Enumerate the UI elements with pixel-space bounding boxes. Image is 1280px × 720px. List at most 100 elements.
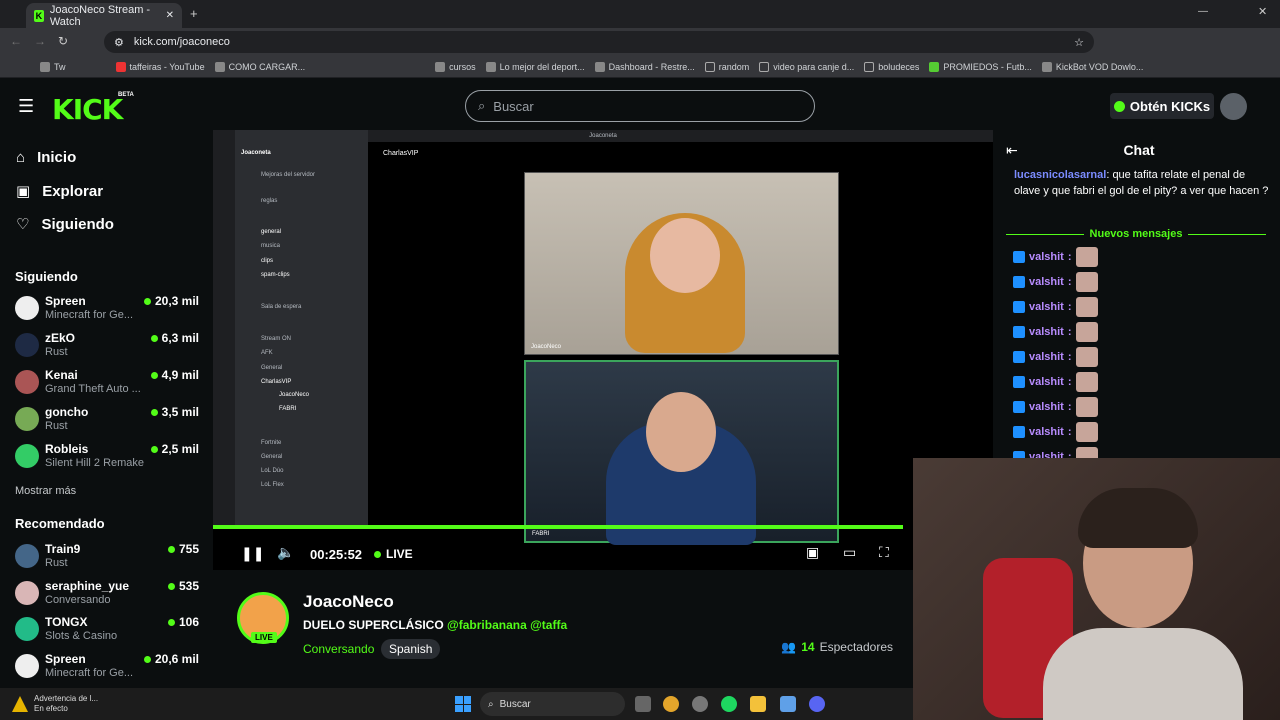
subscriber-badge-icon [1013,251,1025,263]
fullscreen-icon[interactable]: ⛶ [879,544,889,561]
discord-item: General [261,454,283,460]
stream-mentions[interactable]: @fabribanana @taffa [447,618,567,632]
browser-tab[interactable]: K JoacoNeco Stream - Watch ✕ [26,3,182,28]
channel-viewers: 106 [167,615,199,629]
chrome-icon[interactable] [663,696,679,712]
bookmark[interactable]: cursos [435,61,476,72]
close-tab-icon[interactable]: ✕ [166,10,174,21]
discord-item: Stream ON [261,336,292,342]
chat-username[interactable]: valshit [1029,251,1064,263]
bookmark[interactable]: Dashboard - Restre... [594,61,695,72]
chat-username[interactable]: valshit [1029,326,1064,338]
bookmark[interactable]: boludeces [864,61,919,72]
channel-category: Rust [45,420,68,432]
channel-item[interactable]: zEkO Rust 6,3 mil [15,331,201,365]
channel-viewers: 20,3 mil [143,294,199,308]
warning-notification[interactable]: Advertencia de l... En efecto [12,694,98,714]
obtain-kicks-button[interactable]: Obtén KICKs [1110,93,1214,119]
chat-username[interactable]: valshit [1029,401,1064,413]
subscriber-badge-icon [1013,326,1025,338]
channel-item[interactable]: Kenai Grand Theft Auto ... 4,9 mil [15,368,201,402]
bookmark[interactable]: random [704,61,749,72]
live-indicator: LIVE [374,547,413,561]
bookmark[interactable]: video para canje d... [759,61,854,72]
emote-icon [1075,397,1098,417]
taskbar-search[interactable]: ⌕ Buscar [480,692,625,716]
chat-username[interactable]: valshit [1029,276,1064,288]
discord-icon[interactable] [809,696,825,712]
stream-category[interactable]: Conversando [303,642,374,656]
minimize-icon[interactable]: — [1198,6,1208,17]
channel-name: seraphine_yue [45,579,130,593]
bookmark[interactable]: Tw [40,61,66,72]
pause-icon[interactable]: ❚❚ [241,545,264,562]
chat-username[interactable]: valshit [1029,376,1064,388]
channel-item[interactable]: Spreen Minecraft for Ge... 20,3 mil [15,294,201,328]
player-controls: ❚❚ 🔈 00:25:52 LIVE ▣ ▭ ⛶ [213,535,903,570]
chat-username[interactable]: valshit [1029,351,1064,363]
person-hair [1078,488,1198,548]
pip-icon[interactable]: ▣ [806,544,819,561]
address-bar[interactable]: ⚙ kick.com/joaconeco ☆ [104,31,1094,53]
channel-item[interactable]: seraphine_yue Conversando 535 [15,579,201,613]
channel-viewers: 2,5 mil [150,442,199,456]
nav-explore[interactable]: ▣ Explorar [16,182,103,201]
forward-icon[interactable]: → [34,34,46,48]
file-explorer-icon[interactable] [750,696,766,712]
streamer-name[interactable]: JoacoNeco [303,592,394,612]
store-icon[interactable] [780,696,796,712]
beta-label: BETA [118,92,134,98]
chat-username[interactable]: valshit [1029,426,1064,438]
chat-message: valshit: [1013,422,1098,442]
show-more-link[interactable]: Mostrar más [15,485,76,497]
discord-item: general [261,229,282,235]
kick-logo[interactable]: KICK [52,93,123,126]
search-icon: ⌕ [478,98,486,113]
channel-category: Conversando [45,594,111,606]
bookmark[interactable]: taffeiras - YouTube [115,61,205,72]
menu-icon[interactable]: ☰ [18,96,34,117]
new-tab-button[interactable]: + [190,6,198,21]
channel-item[interactable]: goncho Rust 3,5 mil [15,405,201,439]
bookmark[interactable]: Lo mejor del deport... [485,61,585,72]
windows-start-icon[interactable] [455,696,471,712]
language-tag[interactable]: Spanish [381,639,441,659]
bookmark[interactable]: KickBot VOD Dowlo... [1041,61,1143,72]
channel-item[interactable]: TONGX Slots & Casino 106 [15,615,201,649]
discord-item: Fortnite [261,440,282,446]
task-view-icon[interactable] [635,696,651,712]
chat-username[interactable]: valshit [1029,301,1064,313]
discord-item: Sala de espera [261,304,302,310]
discord-item: FABRI [279,406,297,412]
channel-item[interactable]: Train9 Rust 755 [15,542,201,576]
close-window-icon[interactable]: ✕ [1258,5,1267,18]
new-messages-divider[interactable]: Nuevos mensajes [1006,227,1266,241]
channel-item[interactable]: Spreen Minecraft for Ge... 20,6 mil [15,652,201,686]
playback-progress-bar[interactable] [213,525,903,529]
tab-title: JoacoNeco Stream - Watch [49,3,151,28]
back-icon[interactable]: ← [10,34,22,48]
bookmark[interactable]: COMO CARGAR... [214,61,305,72]
user-avatar[interactable] [1220,93,1247,120]
site-info-icon[interactable]: ⚙ [114,36,124,49]
bookmark[interactable]: PROMIEDOS - Futb... [929,61,1032,72]
channel-category: Slots & Casino [45,630,118,642]
reload-icon[interactable]: ↻ [58,34,68,48]
nav-home[interactable]: ⌂ Inicio [16,149,76,166]
app-icon[interactable] [692,696,708,712]
nav-following[interactable]: ♡ Siguiendo [16,215,114,234]
recommended-title: Recomendado [15,516,105,531]
bookmark-star-icon[interactable]: ☆ [1074,36,1084,49]
theater-mode-icon[interactable]: ▭ [843,544,856,561]
spotify-icon[interactable] [721,696,737,712]
warning-text: Advertencia de l... En efecto [34,694,99,713]
search-input[interactable]: ⌕ Buscar [465,90,815,122]
streamer-webcam [913,458,1280,720]
viewer-count: 👥 14 Espectadores [781,640,893,654]
subscriber-badge-icon [1013,301,1025,313]
channel-name: Spreen [45,652,86,666]
volume-icon[interactable]: 🔈 [277,544,294,561]
video-player[interactable]: Joaconeta Joaconeta Mejoras del servidor… [213,130,993,570]
channel-item[interactable]: Robleis Silent Hill 2 Remake 2,5 mil [15,442,201,476]
live-badge: LIVE [251,632,277,643]
